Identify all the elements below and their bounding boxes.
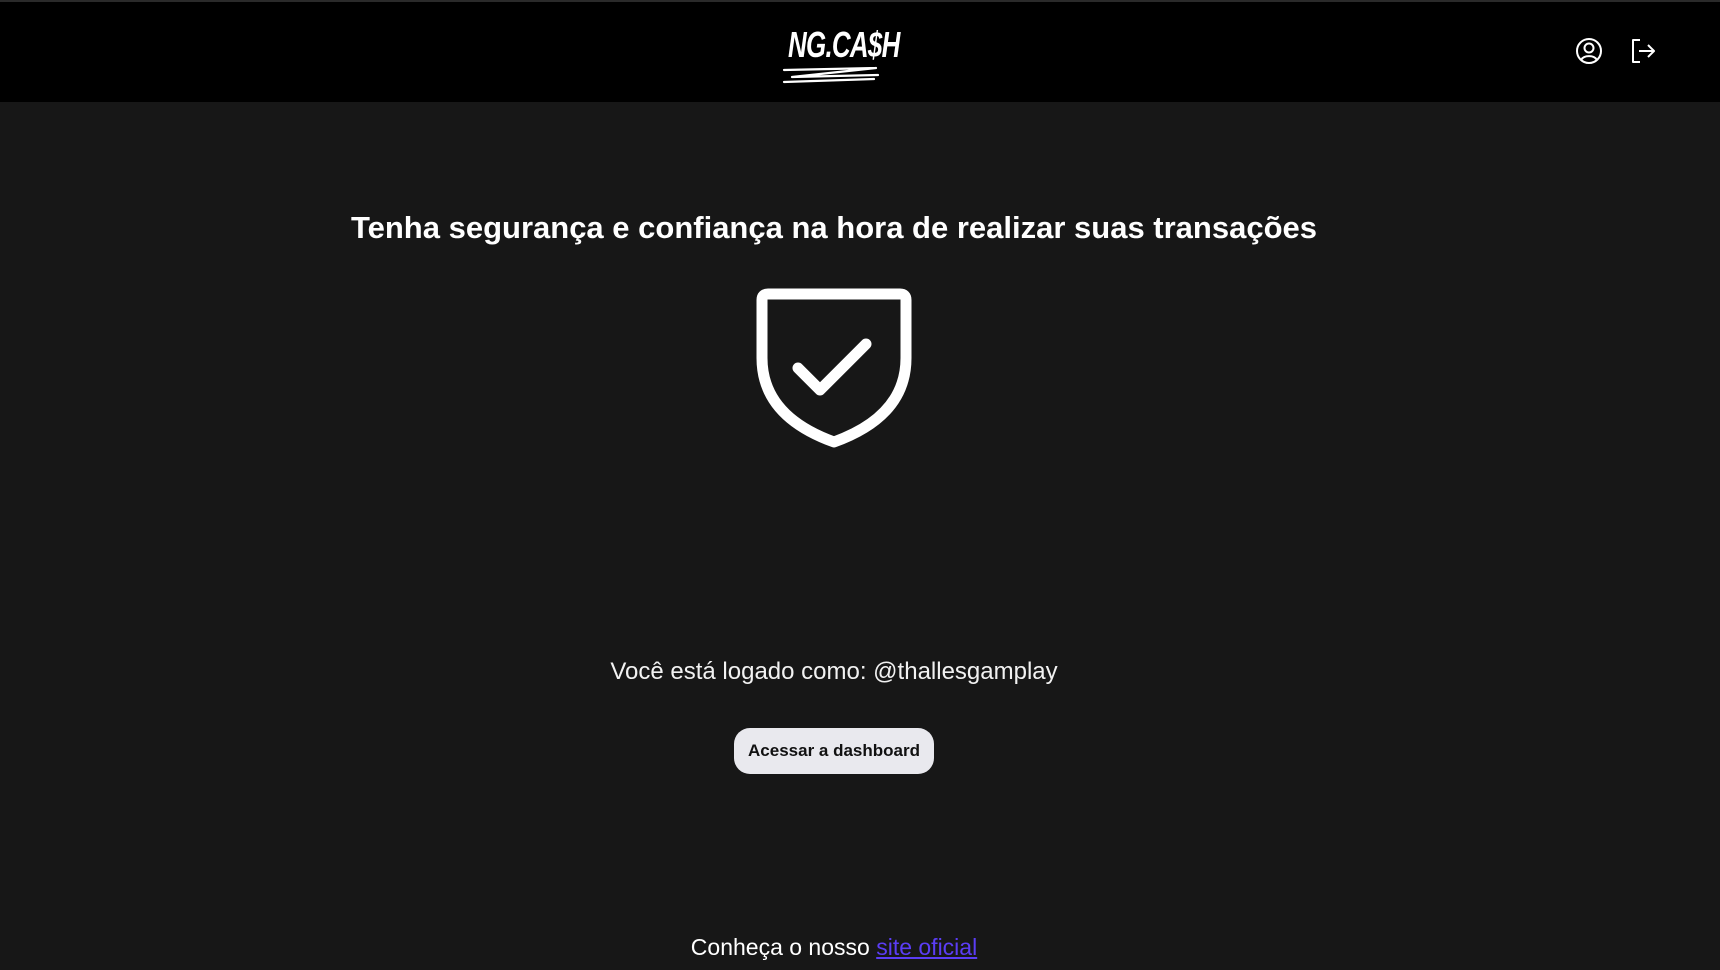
top-header: NG.CA$H bbox=[0, 0, 1720, 102]
user-circle-icon[interactable] bbox=[1574, 36, 1604, 66]
official-site-link[interactable]: site oficial bbox=[876, 934, 977, 960]
ngcash-logo[interactable]: NG.CA$H bbox=[782, 22, 900, 90]
header-actions bbox=[1574, 36, 1658, 66]
logout-icon[interactable] bbox=[1628, 36, 1658, 66]
access-dashboard-button[interactable]: Acessar a dashboard bbox=[734, 728, 934, 774]
login-status-text: Você está logado como: @thallesgamplay bbox=[610, 658, 1058, 685]
shield-check-icon bbox=[756, 288, 912, 448]
logo-underline-scribble bbox=[782, 66, 880, 84]
logo-text: NG.CA$H bbox=[788, 24, 900, 65]
page-headline: Tenha segurança e confiança na hora de r… bbox=[351, 210, 1317, 245]
footer: Conheça o nosso site oficial bbox=[0, 934, 1668, 961]
footer-text: Conheça o nosso bbox=[690, 934, 877, 960]
